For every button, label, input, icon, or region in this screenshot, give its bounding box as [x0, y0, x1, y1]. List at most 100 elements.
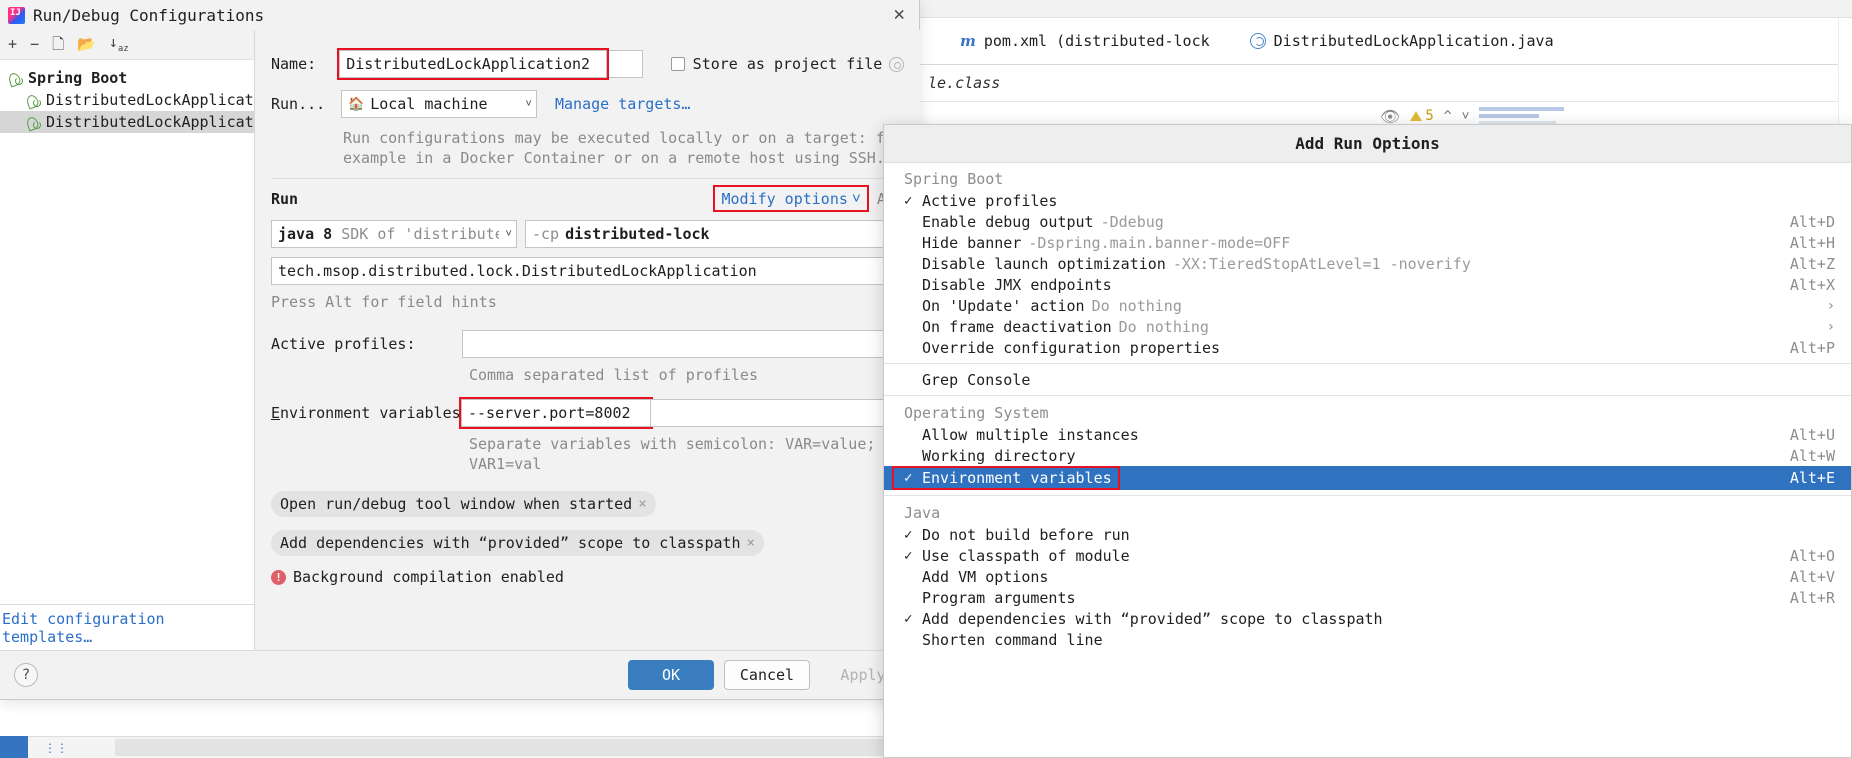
- popup-option-environment-variables[interactable]: ✓ Environment variables Alt+E: [884, 466, 1851, 490]
- sort-icon[interactable]: ↓​az: [109, 35, 129, 54]
- run-debug-configurations-dialog: Run/Debug Configurations ✕ + − 🗋 📂 ↓​az …: [0, 0, 920, 700]
- eye-off-icon[interactable]: 👁: [1380, 107, 1400, 126]
- maven-icon: m: [960, 32, 976, 50]
- edit-configuration-templates-link[interactable]: Edit configuration templates…: [2, 610, 254, 646]
- modify-options-label: Modify options: [721, 189, 848, 208]
- background-compilation-warning: ! Background compilation enabled: [271, 568, 904, 586]
- editor-tab-application-java[interactable]: DistributedLockApplication.java: [1249, 32, 1554, 50]
- close-icon[interactable]: ×: [747, 535, 755, 551]
- popup-option-3-0-label: Do not build before run: [922, 525, 1130, 544]
- run-target-row: Run... 🏠 Local machine ˅ Manage targets…: [271, 90, 904, 118]
- tree-item-config-2[interactable]: DistributedLockApplicatio: [0, 111, 272, 133]
- tree-item-config-1[interactable]: DistributedLockApplicatio: [0, 89, 272, 111]
- spring-boot-icon: [1249, 33, 1266, 49]
- run-section-header: Run Modify options ˅ Alt: [271, 185, 904, 212]
- name-label: Name:: [271, 55, 317, 73]
- popup-option-0-2-shortcut: Alt+H: [1789, 233, 1835, 252]
- env-vars-hint: Separate variables with semicolon: VAR=v…: [469, 435, 876, 473]
- popup-option-use-classpath-of-module[interactable]: ✓ Use classpath of module Alt+O: [884, 545, 1851, 566]
- popup-option-shorten-command-line[interactable]: Shorten command line: [884, 629, 1851, 650]
- popup-option-grep-console[interactable]: Grep Console: [884, 369, 1851, 390]
- close-icon[interactable]: ×: [638, 496, 646, 512]
- popup-option-add-vm-options[interactable]: Add VM options Alt+V: [884, 566, 1851, 587]
- popup-option-disable-jmx-endpoints[interactable]: Disable JMX endpoints Alt+X: [884, 274, 1851, 295]
- copy-icon[interactable]: 🗋: [52, 37, 64, 52]
- chevron-up-icon[interactable]: ^: [1444, 109, 1452, 124]
- popup-option-1-0-label: Grep Console: [922, 370, 1031, 389]
- cancel-button[interactable]: Cancel: [724, 660, 810, 690]
- popup-title: Add Run Options: [884, 125, 1851, 163]
- gear-icon[interactable]: [889, 56, 904, 72]
- home-icon: 🏠: [348, 96, 365, 112]
- editor-tab-pom-label: pom.xml (distributed-lock: [983, 32, 1210, 50]
- add-icon[interactable]: +: [8, 37, 17, 52]
- popup-options-list[interactable]: Spring Boot ✓ Active profiles Enable deb…: [884, 163, 1851, 650]
- popup-option-allow-multiple-instances[interactable]: Allow multiple instances Alt+U: [884, 424, 1851, 445]
- popup-option-working-directory[interactable]: Working directory Alt+W: [884, 445, 1851, 466]
- popup-option-3-2-label: Add VM options: [922, 567, 1049, 586]
- popup-option-override-configuration-properties[interactable]: Override configuration properties Alt+P: [884, 337, 1851, 358]
- chevron-down-icon[interactable]: ˅: [1462, 109, 1470, 124]
- chevron-right-icon: ›: [1826, 318, 1835, 335]
- sdk-classpath-row: java 8 SDK of 'distribute ˅ -cp distribu…: [271, 220, 904, 248]
- tree-item-config-2-label: DistributedLockApplicatio: [46, 113, 272, 131]
- popup-option-on-update-action[interactable]: On 'Update' action Do nothing ›: [884, 295, 1851, 316]
- chip-open-run-debug-tool-window[interactable]: Open run/debug tool window when started …: [271, 491, 656, 517]
- field-hint: Press Alt for field hints: [271, 293, 497, 311]
- tree-toolbar[interactable]: + − 🗋 📂 ↓​az: [0, 30, 254, 60]
- popup-option-2-2-shortcut: Alt+E: [1789, 469, 1835, 487]
- configurations-tree[interactable]: Spring Boot DistributedLockApplicatio Di…: [0, 60, 272, 133]
- modify-options-link[interactable]: Modify options ˅: [713, 185, 869, 212]
- classpath-prefix: -cp: [532, 225, 560, 243]
- check-icon: ✓: [904, 547, 913, 564]
- popup-option-enable-debug-output[interactable]: Enable debug output -Ddebug Alt+D: [884, 211, 1851, 232]
- spring-leaf-icon: [8, 71, 23, 86]
- tree-group-spring-boot[interactable]: Spring Boot: [0, 67, 254, 89]
- close-icon[interactable]: ✕: [894, 3, 905, 25]
- active-profiles-input[interactable]: [462, 330, 904, 358]
- popup-option-0-5-label: On 'Update' action: [922, 296, 1085, 315]
- popup-option-on-frame-deactivation[interactable]: On frame deactivation Do nothing ›: [884, 316, 1851, 337]
- ok-button[interactable]: OK: [628, 660, 714, 690]
- main-class-field[interactable]: tech.msop.distributed.lock.DistributedLo…: [271, 257, 904, 285]
- help-button[interactable]: ?: [14, 663, 38, 687]
- bottom-strip-accent: [0, 736, 28, 758]
- manage-targets-link[interactable]: Manage targets…: [555, 95, 690, 113]
- run-target-combobox[interactable]: 🏠 Local machine ˅: [341, 90, 537, 118]
- editor-tab-pom[interactable]: m pom.xml (distributed-lock: [960, 32, 1210, 50]
- dialog-title: Run/Debug Configurations: [33, 5, 265, 25]
- env-vars-label-rest: nvironment variables:: [280, 404, 470, 422]
- env-vars-input[interactable]: [459, 397, 653, 429]
- env-vars-row: Environment variables:: [271, 397, 916, 429]
- popup-option-2-1-label: Working directory: [922, 446, 1076, 465]
- warning-count-badge[interactable]: 5: [1410, 108, 1434, 124]
- popup-option-2-0-label: Allow multiple instances: [922, 425, 1139, 444]
- check-icon: ✓: [904, 470, 913, 486]
- popup-option-0-7-label: Override configuration properties: [922, 338, 1221, 357]
- classpath-field[interactable]: -cp distributed-lock: [525, 220, 904, 248]
- env-vars-input-extension[interactable]: [651, 399, 916, 427]
- store-as-project-file-checkbox[interactable]: [670, 57, 685, 71]
- popup-option-3-1-label: Use classpath of module: [922, 546, 1130, 565]
- sdk-combobox[interactable]: java 8 SDK of 'distribute ˅: [271, 220, 517, 248]
- popup-option-program-arguments[interactable]: Program arguments Alt+R: [884, 587, 1851, 608]
- remove-icon[interactable]: −: [30, 37, 39, 52]
- tree-group-label: Spring Boot: [28, 69, 128, 87]
- chip-add-provided-dependencies[interactable]: Add dependencies with “provided” scope t…: [271, 530, 765, 556]
- editor-tab-bar[interactable]: m pom.xml (distributed-lock DistributedL…: [920, 18, 1852, 65]
- configurations-tree-pane: + − 🗋 📂 ↓​az Spring Boot DistributedLock…: [0, 30, 272, 650]
- popup-option-active-profiles[interactable]: ✓ Active profiles: [884, 190, 1851, 211]
- intellij-logo-icon: [8, 6, 25, 24]
- popup-option-do-not-build-before-run[interactable]: ✓ Do not build before run: [884, 524, 1851, 545]
- popup-option-disable-launch-optimization[interactable]: Disable launch optimization -XX:TieredSt…: [884, 253, 1851, 274]
- popup-option-0-4-label: Disable JMX endpoints: [922, 275, 1112, 294]
- option-chips: Open run/debug tool window when started …: [271, 491, 904, 556]
- sdk-value: java 8: [278, 225, 333, 243]
- dialog-action-buttons: OK Cancel Apply: [628, 660, 906, 690]
- save-icon[interactable]: 📂: [77, 37, 96, 52]
- popup-option-3-3-label: Program arguments: [922, 588, 1076, 607]
- popup-option-hide-banner[interactable]: Hide banner -Dspring.main.banner-mode=OF…: [884, 232, 1851, 253]
- editor-content-text: le.class: [928, 74, 1001, 92]
- popup-option-add-provided-scope-dependencies[interactable]: ✓ Add dependencies with “provided” scope…: [884, 608, 1851, 629]
- name-input[interactable]: [337, 48, 610, 80]
